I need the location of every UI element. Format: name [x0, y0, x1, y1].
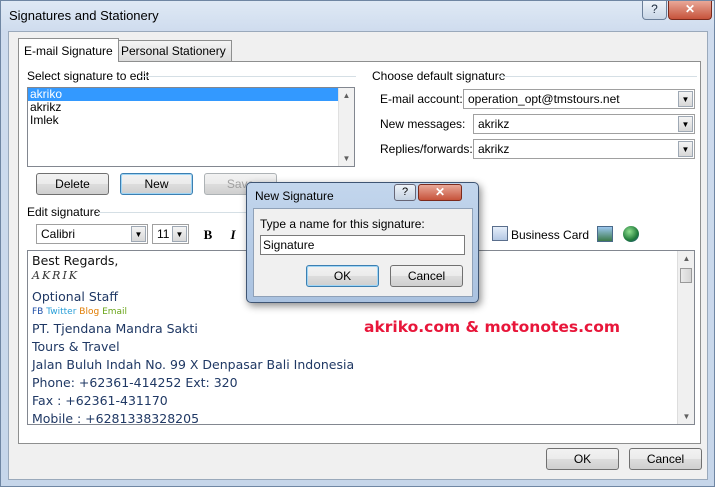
signature-line: Fax : +62361-431170	[32, 393, 168, 408]
font-value: Calibri	[41, 227, 76, 241]
new-messages-select[interactable]: akrikz ▼	[473, 114, 695, 134]
chevron-down-icon[interactable]: ▼	[678, 91, 693, 107]
signature-list-item[interactable]: akrikz	[28, 101, 354, 114]
fb-link[interactable]: FB	[32, 307, 43, 317]
font-select[interactable]: Calibri ▼	[36, 224, 148, 244]
watermark-text: akriko.com & motonotes.com	[364, 318, 621, 336]
chevron-down-icon[interactable]: ▼	[678, 116, 693, 132]
bold-button[interactable]: B	[198, 225, 218, 245]
scroll-down-icon[interactable]: ▼	[679, 409, 694, 424]
dialog-help-button[interactable]: ?	[394, 184, 416, 201]
social-links: FB Twitter Blog Email	[32, 307, 127, 317]
window-title: Signatures and Stationery	[9, 8, 159, 23]
tab-email-signature[interactable]: E-mail Signature	[18, 38, 119, 62]
delete-button[interactable]: Delete	[36, 173, 109, 195]
dialog-prompt: Type a name for this signature:	[260, 217, 425, 231]
edit-group-line	[98, 212, 248, 213]
new-signature-dialog: New Signature ? ✕ Type a name for this s…	[246, 182, 479, 303]
cancel-button[interactable]: Cancel	[629, 448, 702, 470]
scroll-up-icon[interactable]: ▲	[339, 88, 354, 103]
new-messages-label: New messages:	[380, 117, 466, 131]
replies-forwards-label: Replies/forwards:	[380, 142, 473, 156]
italic-button[interactable]: I	[223, 225, 243, 245]
signature-line: PT. Tjendana Mandra Sakti	[32, 321, 198, 336]
dialog-body: Type a name for this signature: Signatur…	[253, 208, 473, 297]
edit-signature-label: Edit signature	[27, 205, 101, 219]
handwritten-signature: AKRIK	[32, 269, 80, 282]
default-group-line	[499, 76, 697, 77]
signature-line: Tours & Travel	[32, 339, 120, 354]
new-messages-value: akrikz	[478, 117, 510, 131]
signature-name-input[interactable]: Signature	[260, 235, 465, 255]
business-card-icon	[492, 226, 508, 241]
list-scrollbar[interactable]: ▲ ▼	[338, 88, 354, 166]
dialog-title: New Signature	[255, 189, 334, 203]
signature-line: Phone: +62361-414252 Ext: 320	[32, 375, 238, 390]
email-account-select[interactable]: operation_opt@tmstours.net ▼	[463, 89, 695, 109]
font-size-value: 11	[157, 227, 170, 241]
chevron-down-icon[interactable]: ▼	[172, 226, 187, 242]
signature-list-item[interactable]: akriko	[28, 88, 354, 101]
signature-line: Optional Staff	[32, 289, 118, 304]
window-help-button[interactable]: ?	[642, 1, 667, 20]
chevron-down-icon[interactable]: ▼	[131, 226, 146, 242]
signature-line: Mobile : +6281338328205	[32, 411, 200, 425]
title-bar: Signatures and Stationery ? ✕	[1, 1, 714, 29]
select-signature-label: Select signature to edit	[27, 69, 150, 83]
signature-list[interactable]: akriko akrikz Imlek ▲ ▼	[27, 87, 355, 167]
email-link[interactable]: Email	[102, 307, 127, 317]
scroll-down-icon[interactable]: ▼	[339, 151, 354, 166]
hyperlink-icon[interactable]	[623, 226, 639, 242]
editor-scrollbar[interactable]: ▲ ▼	[677, 251, 694, 424]
signature-list-item[interactable]: Imlek	[28, 114, 354, 127]
email-account-value: operation_opt@tmstours.net	[468, 92, 620, 106]
dialog-close-button[interactable]: ✕	[418, 184, 462, 201]
select-group-line	[141, 76, 356, 77]
signature-line: Best Regards,	[32, 253, 119, 268]
chevron-down-icon[interactable]: ▼	[678, 141, 693, 157]
ok-button[interactable]: OK	[546, 448, 619, 470]
blog-link[interactable]: Blog	[79, 307, 99, 317]
scroll-up-icon[interactable]: ▲	[679, 251, 694, 266]
scroll-thumb[interactable]	[680, 268, 692, 283]
signature-line: Jalan Buluh Indah No. 99 X Denpasar Bali…	[32, 357, 355, 372]
tab-personal-stationery[interactable]: Personal Stationery	[115, 40, 232, 61]
business-card-button[interactable]: Business Card	[511, 228, 589, 242]
new-button[interactable]: New	[120, 173, 193, 195]
insert-picture-icon[interactable]	[597, 226, 613, 242]
dialog-ok-button[interactable]: OK	[306, 265, 379, 287]
email-account-label: E-mail account:	[380, 92, 463, 106]
default-signature-label: Choose default signature	[372, 69, 506, 83]
twitter-link[interactable]: Twitter	[46, 307, 76, 317]
replies-forwards-value: akrikz	[478, 142, 510, 156]
window-close-button[interactable]: ✕	[668, 1, 712, 20]
signatures-window: Signatures and Stationery ? ✕ E-mail Sig…	[0, 0, 715, 487]
font-size-select[interactable]: 11 ▼	[152, 224, 189, 244]
dialog-cancel-button[interactable]: Cancel	[390, 265, 463, 287]
replies-forwards-select[interactable]: akrikz ▼	[473, 139, 695, 159]
